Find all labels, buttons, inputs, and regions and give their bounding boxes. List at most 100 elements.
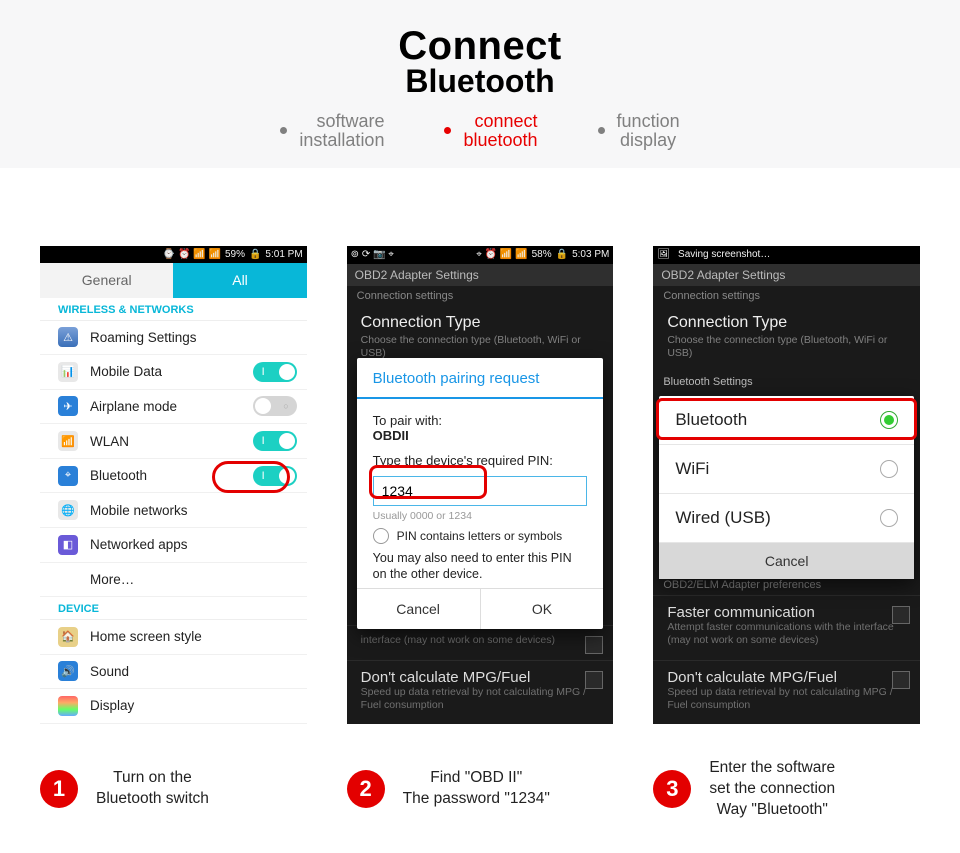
globe-icon: 🌐: [58, 500, 78, 520]
pref-title: Don't calculate MPG/Fuel: [361, 669, 600, 686]
device-name: OBDII: [373, 428, 588, 443]
pref-title: Connection Type: [667, 314, 906, 332]
row-display[interactable]: Display: [40, 689, 307, 724]
row-label: Sound: [90, 664, 129, 679]
cancel-button[interactable]: Cancel: [357, 589, 481, 629]
tab-general[interactable]: General: [40, 263, 173, 298]
subheader: Connection settings: [347, 286, 614, 306]
caption-line: set the connection: [709, 779, 835, 800]
section-wireless: WIRELESS & NETWORKS: [40, 298, 307, 321]
highlight-circle: [369, 465, 487, 499]
highlight-circle: [212, 461, 290, 493]
time-label: 5:01 PM: [265, 249, 302, 260]
wifi-icon: 📶: [58, 431, 78, 451]
highlight-circle: [656, 398, 917, 440]
status-bar: ⊚ ⟳ 📷 ⌖ ⌖ ⏰ 📶 📶 58% 🔒 5:03 PM: [347, 246, 614, 264]
battery-label: 59%: [225, 249, 245, 260]
pref-desc: Choose the connection type (Bluetooth, W…: [361, 334, 600, 360]
caption-line: The password "1234": [403, 789, 550, 810]
label-pair-with: To pair with:: [373, 413, 588, 428]
caption-line: Way "Bluetooth": [709, 800, 835, 821]
toggle-airplane[interactable]: [253, 396, 297, 416]
lock-icon: 🔒: [249, 249, 261, 260]
step-number: 1: [40, 770, 78, 808]
row-roaming[interactable]: ⚠ Roaming Settings: [40, 321, 307, 356]
subheader-bt: Bluetooth Settings: [653, 372, 920, 392]
option-wifi[interactable]: WiFi: [659, 445, 914, 494]
crumb-label: installation: [299, 131, 384, 150]
row-more[interactable]: More…: [40, 563, 307, 598]
sound-icon: 🔊: [58, 661, 78, 681]
dot-icon: [444, 127, 451, 134]
row-wlan[interactable]: 📶 WLAN: [40, 424, 307, 459]
section-device: DEVICE: [40, 597, 307, 620]
row-bluetooth[interactable]: ⌖Bluetooth: [40, 459, 307, 494]
app-bar: OBD2 Adapter Settings: [653, 264, 920, 286]
image-icon: 🖼: [657, 249, 670, 260]
radio-icon[interactable]: [880, 509, 898, 527]
crumb-label: software: [299, 112, 384, 131]
row-label: Mobile Data: [90, 364, 162, 379]
row-label: Mobile networks: [90, 503, 188, 518]
radio-icon[interactable]: [373, 528, 389, 544]
pref-desc: Choose the connection type (Bluetooth, W…: [667, 334, 906, 360]
bluetooth-icon: ⌖: [58, 466, 78, 486]
radio-icon[interactable]: [880, 460, 898, 478]
row-airplane[interactable]: ✈Airplane mode: [40, 390, 307, 425]
pref-desc: Speed up data retrieval by not calculati…: [667, 686, 906, 712]
apps-icon: ◧: [58, 535, 78, 555]
option-bluetooth[interactable]: Bluetooth: [659, 396, 914, 445]
ok-button[interactable]: OK: [481, 589, 604, 629]
caption-3: 3 Enter the softwareset the connectionWa…: [653, 758, 920, 821]
status-bar: ⌚ ⏰ 📶 📶 59% 🔒 5:01 PM: [40, 246, 307, 263]
crumb-label: function: [617, 112, 680, 131]
pref-faster[interactable]: Faster communication Attempt faster comm…: [653, 595, 920, 659]
pref-interface-partial[interactable]: interface (may not work on some devices): [347, 625, 614, 659]
pref-title: Faster communication: [667, 604, 906, 621]
row-sound[interactable]: 🔊 Sound: [40, 655, 307, 690]
crumb-software: softwareinstallation: [280, 112, 384, 150]
row-label: Roaming Settings: [90, 330, 197, 345]
caption-line: Find "OBD II": [403, 768, 550, 789]
row-netapps[interactable]: ◧Networked apps: [40, 528, 307, 563]
toggle-mobiledata[interactable]: [253, 362, 297, 382]
toggle-wlan[interactable]: [253, 431, 297, 451]
checkbox[interactable]: [585, 636, 603, 654]
dialog-title: Bluetooth pairing request: [357, 358, 604, 399]
row-mobilenetworks[interactable]: 🌐 Mobile networks: [40, 493, 307, 528]
caption-2: 2 Find "OBD II"The password "1234": [347, 758, 614, 821]
pref-mpg[interactable]: Don't calculate MPG/Fuel Speed up data r…: [653, 660, 920, 724]
also-text: You may also need to enter this PIN on t…: [373, 550, 588, 583]
step-number: 2: [347, 770, 385, 808]
checkbox[interactable]: [892, 671, 910, 689]
row-mobiledata[interactable]: 📊Mobile Data: [40, 355, 307, 390]
checkbox[interactable]: [585, 671, 603, 689]
pin-hint: Usually 0000 or 1234: [373, 510, 588, 522]
row-label: WLAN: [90, 434, 129, 449]
pref-connection-type[interactable]: Connection Type Choose the connection ty…: [653, 306, 920, 372]
left-icons: ⊚ ⟳ 📷 ⌖: [351, 249, 394, 260]
row-label: Home screen style: [90, 629, 202, 644]
crumb-label: bluetooth: [463, 131, 537, 150]
dot-icon: [598, 127, 605, 134]
option-usb[interactable]: Wired (USB): [659, 494, 914, 543]
status-text: Saving screenshot…: [678, 249, 770, 260]
crumb-label: connect: [463, 112, 537, 131]
row-label: More…: [90, 572, 134, 587]
pref-mpg[interactable]: Don't calculate MPG/Fuel Speed up data r…: [347, 660, 614, 724]
option-label: WiFi: [675, 459, 709, 479]
checkbox[interactable]: [892, 606, 910, 624]
pin-letters-row[interactable]: PIN contains letters or symbols: [373, 528, 588, 544]
bluetooth-icon: ⌚ ⏰ 📶 📶: [163, 249, 221, 260]
triangle-icon: ⚠: [58, 327, 78, 347]
screenshot-1: ⌚ ⏰ 📶 📶 59% 🔒 5:01 PM General All WIRELE…: [40, 246, 307, 724]
tab-all[interactable]: All: [173, 263, 306, 298]
row-label: Display: [90, 698, 134, 713]
pin-letters-label: PIN contains letters or symbols: [397, 529, 562, 543]
crumb-label: display: [617, 131, 680, 150]
dialog-choose-connection: Bluetooth WiFi Wired (USB) Cancel: [659, 396, 914, 579]
screenshot-3: 🖼 Saving screenshot… OBD2 Adapter Settin…: [653, 246, 920, 724]
cancel-button[interactable]: Cancel: [659, 543, 914, 579]
tabs: General All: [40, 263, 307, 298]
row-home[interactable]: 🏠Home screen style: [40, 620, 307, 655]
